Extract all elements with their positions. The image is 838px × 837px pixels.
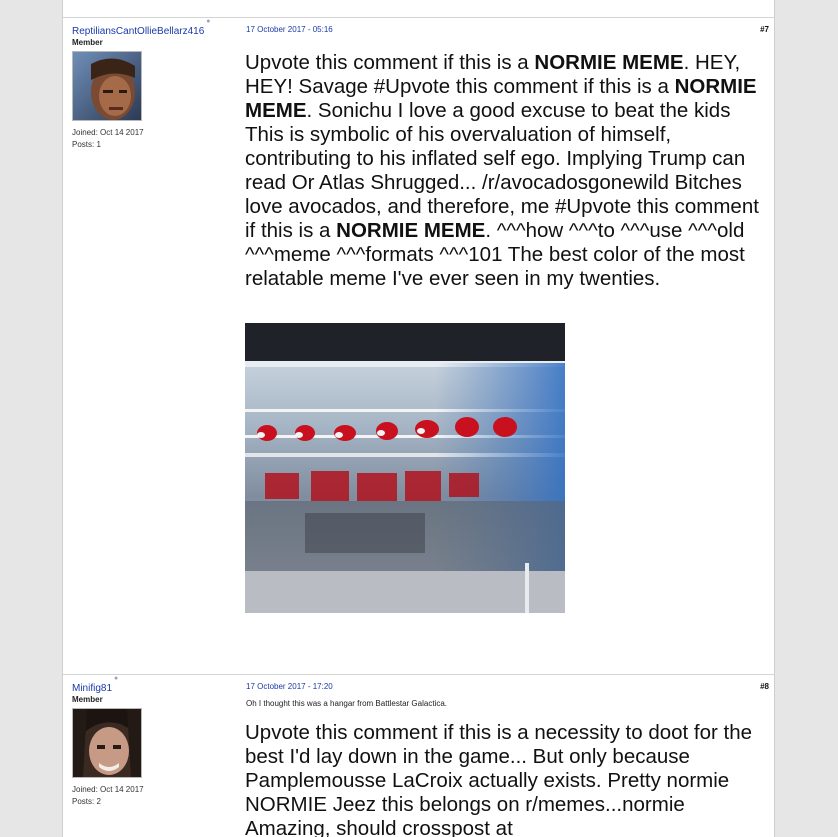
username-link[interactable]: ReptiliansCantOllieBellarz416 <box>72 26 204 37</box>
user-meta: Joined: Oct 14 2017 Posts: 1 <box>72 127 242 151</box>
bold-text: NORMIE MEME <box>534 51 684 74</box>
post-7: ReptiliansCantOllieBellarz416● Member Jo… <box>63 18 774 675</box>
avatar[interactable] <box>72 51 142 121</box>
bold-text: NORMIE MEME <box>336 219 486 242</box>
username-link[interactable]: Minifig81 <box>72 683 112 694</box>
online-status-icon: ● <box>206 18 211 25</box>
post-body: Upvote this comment if this is a NORMIE … <box>245 51 773 291</box>
body-text: Upvote this comment if this is a necessi… <box>245 721 753 837</box>
post-8: Minifig81● Member Joined: Oct 14 2017 Po… <box>63 675 774 837</box>
online-status-icon: ● <box>114 675 119 682</box>
body-text: Upvote this comment if this is a <box>245 51 535 74</box>
avatar[interactable] <box>72 708 142 778</box>
meme-image[interactable] <box>245 323 565 613</box>
post-count: Posts: 1 <box>72 140 101 149</box>
post-count: Posts: 2 <box>72 797 101 806</box>
join-date: Joined: Oct 14 2017 <box>72 128 144 137</box>
post-number-link[interactable]: #7 <box>760 25 769 34</box>
post-subtitle: Oh I thought this was a hangar from Batt… <box>246 699 447 708</box>
user-role: Member <box>72 38 103 47</box>
user-info-panel: Minifig81● Member Joined: Oct 14 2017 Po… <box>72 675 242 808</box>
join-date: Joined: Oct 14 2017 <box>72 785 144 794</box>
post-number-link[interactable]: #8 <box>760 682 769 691</box>
avatar-image <box>73 52 141 120</box>
user-info-panel: ReptiliansCantOllieBellarz416● Member Jo… <box>72 18 242 151</box>
forum-thread: ReptiliansCantOllieBellarz416● Member Jo… <box>62 0 775 837</box>
meme-image-graphic <box>245 323 565 613</box>
user-meta: Joined: Oct 14 2017 Posts: 2 <box>72 784 242 808</box>
user-role: Member <box>72 695 103 704</box>
post-body: Upvote this comment if this is a necessi… <box>245 721 773 837</box>
post-datetime: 17 October 2017 - 17:20 <box>246 682 333 691</box>
post-datetime: 17 October 2017 - 05:16 <box>246 25 333 34</box>
avatar-image <box>73 709 141 777</box>
